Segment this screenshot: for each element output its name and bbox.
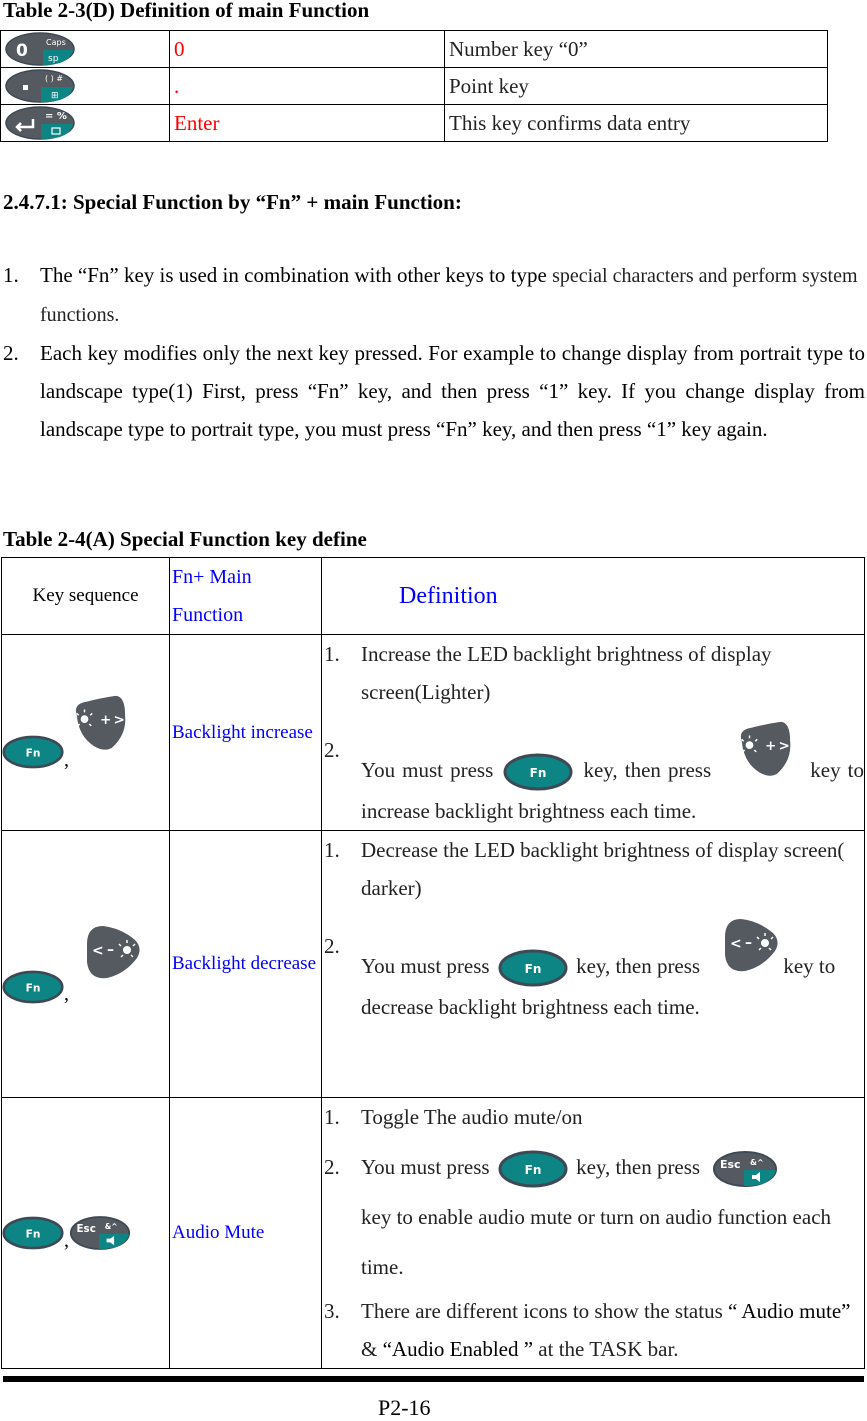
key-icon-cell: = % <box>0 104 170 142</box>
fn-key-icon <box>2 734 64 770</box>
fn-key-icon <box>2 969 64 1005</box>
backlight-up-key-icon <box>734 719 794 779</box>
item-number: 3. <box>324 1299 340 1324</box>
fn-key-icon <box>495 948 571 988</box>
function-name: Audio Mute <box>169 1097 322 1370</box>
definition-item: 1. Toggle The audio mute/on <box>322 1098 864 1136</box>
table-row: , Audio Mute 1. Toggle The audio mute/on … <box>1 1097 865 1370</box>
enter-key-icon: = % <box>5 105 75 141</box>
special-function-table: Key sequence Fn+ Main Function Definitio… <box>1 557 865 1370</box>
item-text: key, then press <box>583 758 712 782</box>
definition-cell: 1. Decrease the LED backlight brightness … <box>321 830 865 1099</box>
key-icon-cell: 0 Caps sp <box>0 30 170 68</box>
instruction-list: 1. The “Fn” key is used in combination w… <box>3 256 865 448</box>
list-item: 2. Each key modifies only the next key p… <box>3 334 865 448</box>
function-name: Backlight decrease <box>169 830 322 1099</box>
svg-text:0: 0 <box>16 41 28 61</box>
list-item: 1. The “Fn” key is used in combination w… <box>3 256 865 334</box>
sequence-separator: , <box>64 748 69 771</box>
table-row: = % Enter This key confirms data entry <box>0 104 828 142</box>
item-text: Decrease the LED backlight brightness of… <box>361 838 845 901</box>
item-number: 2. <box>324 934 340 959</box>
svg-text:= %: = % <box>45 111 67 122</box>
key-sequence-cell: , <box>1 633 170 832</box>
item-text: Increase the LED backlight brightness of… <box>361 642 772 704</box>
list-text: Each key modifies only the next key pres… <box>40 341 865 441</box>
header-definition: Definition <box>321 557 865 635</box>
definition-list: 1. Toggle The audio mute/on 2. You must pr… <box>322 1098 864 1368</box>
definition-list: 1. Decrease the LED backlight brightness … <box>322 831 864 1026</box>
definition-item: 2. You must press key, then press key to … <box>322 915 864 1026</box>
item-text: at the TASK bar. <box>533 1337 679 1362</box>
function-name: Backlight increase <box>169 633 322 832</box>
svg-text:Caps: Caps <box>46 38 66 47</box>
key-name: Enter <box>169 104 445 142</box>
esc-mute-key-icon <box>69 1214 131 1252</box>
key-description: This key confirms data entry <box>444 104 828 142</box>
point-start-key-icon: ( ) # ⊞ <box>5 68 75 104</box>
header-key-sequence: Key sequence <box>1 557 170 635</box>
page-number: P2-16 <box>378 1395 431 1420</box>
svg-text:sp: sp <box>48 54 59 64</box>
key-description: Point key <box>444 67 828 105</box>
definition-cell: 1. Toggle The audio mute/on 2. You must pr… <box>321 1097 865 1370</box>
item-text: You must press <box>361 954 490 979</box>
definition-item: 1. Decrease the LED backlight brightness … <box>322 831 864 907</box>
key-name: . <box>169 67 445 105</box>
esc-mute-key-icon <box>711 1149 779 1189</box>
table-header-row: Key sequence Fn+ Main Function Definitio… <box>1 557 865 635</box>
item-text: Toggle The audio mute/on <box>361 1105 583 1130</box>
item-text: & <box>361 1337 383 1362</box>
list-text: The “Fn” key is used in combination with… <box>40 263 553 287</box>
table-row: , Backlight decrease 1. Decrease the LED … <box>1 830 865 1099</box>
status-audio-mute: “ Audio mute” <box>728 1299 851 1324</box>
backlight-down-key-icon <box>721 915 783 975</box>
item-text: key to enable audio mute or turn on audi… <box>361 1205 832 1280</box>
item-text: key, then press <box>576 954 701 979</box>
item-text: You must press <box>361 1155 490 1180</box>
fn-key-icon <box>2 1215 64 1251</box>
definition-list: 1. Increase the LED backlight brightness … <box>322 635 864 830</box>
item-number: 2. <box>324 1155 340 1180</box>
item-text: You must press <box>361 758 494 782</box>
svg-text:⊞: ⊞ <box>51 91 59 101</box>
key-icon-cell: ( ) # ⊞ <box>0 67 170 105</box>
item-number: 2. <box>324 738 340 762</box>
definition-item: 2. You must press key, then press key to … <box>322 1142 864 1292</box>
item-number: 1. <box>324 838 340 863</box>
item-number: 1. <box>324 642 340 666</box>
list-number: 1. <box>3 263 19 287</box>
definition-item: 1. Increase the LED backlight brightness … <box>322 635 864 711</box>
main-function-table: 0 Caps sp 0 Number key “0” ( ) # ⊞ . Poi… <box>0 30 828 142</box>
key-sequence-cell: , <box>1 830 170 1099</box>
sequence-separator: , <box>64 983 69 1006</box>
backlight-down-key-icon <box>83 922 145 982</box>
key-description: Number key “0” <box>444 30 828 68</box>
item-text: key, then press <box>576 1155 701 1180</box>
fn-key-icon <box>495 1149 571 1189</box>
definition-cell: 1. Increase the LED backlight brightness … <box>321 633 865 832</box>
table-d-caption: Table 2-3(D) Definition of main Function <box>3 0 370 22</box>
key-name: 0 <box>169 30 445 68</box>
svg-text:( ) #: ( ) # <box>45 74 63 83</box>
definition-item: 2. You must press key, then press key to … <box>322 719 864 830</box>
footer-rule <box>3 1376 864 1382</box>
zero-caps-sp-key-icon: 0 Caps sp <box>5 31 75 67</box>
table-a-caption: Table 2-4(A) Special Function key define <box>3 527 367 551</box>
fn-key-icon <box>500 752 576 792</box>
table-row: , Backlight increase 1. Increase the LED … <box>1 633 865 832</box>
table-row: ( ) # ⊞ . Point key <box>0 67 828 105</box>
key-sequence-cell: , <box>1 1097 170 1370</box>
backlight-up-key-icon <box>69 694 129 752</box>
table-row: 0 Caps sp 0 Number key “0” <box>0 30 828 68</box>
item-text: There are different icons to show the st… <box>361 1299 728 1324</box>
status-audio-enabled: “Audio Enabled ” <box>382 1337 534 1362</box>
item-number: 1. <box>324 1105 340 1130</box>
section-heading: 2.4.7.1: Special Function by “Fn” + main… <box>3 190 462 214</box>
header-fn-main: Fn+ Main Function <box>169 557 322 635</box>
list-number: 2. <box>3 341 19 365</box>
definition-item: 3. There are different icons to show the … <box>322 1292 864 1368</box>
